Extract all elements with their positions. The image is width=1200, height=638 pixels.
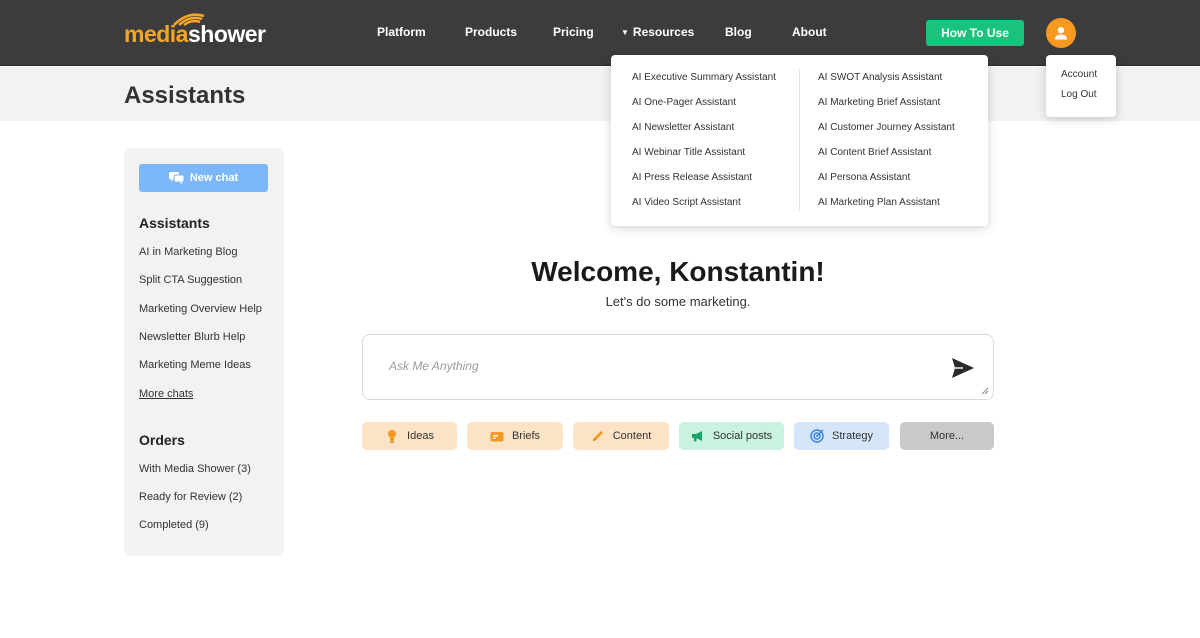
sidebar: New chat Assistants AI in Marketing Blog… <box>124 148 284 556</box>
avatar[interactable] <box>1046 18 1076 48</box>
chat-item[interactable]: Marketing Overview Help <box>139 303 262 315</box>
menu-item-one-pager-assistant[interactable]: AI One-Pager Assistant <box>632 97 736 108</box>
assistants-heading: Assistants <box>139 215 210 231</box>
chat-item[interactable]: Split CTA Suggestion <box>139 274 242 286</box>
chat-bubbles-icon <box>168 172 184 184</box>
how-to-use-button[interactable]: How To Use <box>926 20 1024 46</box>
paper-plane-icon[interactable] <box>951 357 975 379</box>
menu-item-marketing-brief-assistant[interactable]: AI Marketing Brief Assistant <box>818 97 940 108</box>
chat-item[interactable]: Newsletter Blurb Help <box>139 331 245 343</box>
ideas-chip[interactable]: Ideas <box>362 422 457 450</box>
new-chat-button[interactable]: New chat <box>139 164 268 192</box>
strategy-chip[interactable]: Strategy <box>794 422 889 450</box>
strategy-chip-label: Strategy <box>832 430 873 442</box>
social-posts-chip-label: Social posts <box>712 430 773 442</box>
order-item[interactable]: With Media Shower (3) <box>139 463 251 475</box>
menu-item-executive-summary-assistant[interactable]: AI Executive Summary Assistant <box>632 72 776 83</box>
lightbulb-icon <box>385 429 399 443</box>
menu-item-press-release-assistant[interactable]: AI Press Release Assistant <box>632 172 752 183</box>
nav-resources[interactable]: ▼ Resources <box>621 25 694 39</box>
chat-input-box <box>362 334 994 400</box>
briefs-chip[interactable]: Briefs <box>467 422 563 450</box>
menu-item-persona-assistant[interactable]: AI Persona Assistant <box>818 172 910 183</box>
content-chip-label: Content <box>612 430 652 442</box>
content-chip[interactable]: Content <box>573 422 669 450</box>
menu-item-content-brief-assistant[interactable]: AI Content Brief Assistant <box>818 147 931 158</box>
chat-input[interactable] <box>389 359 909 373</box>
resize-handle-icon[interactable] <box>981 387 989 395</box>
menu-item-swot-analysis-assistant[interactable]: AI SWOT Analysis Assistant <box>818 72 942 83</box>
pencil-icon <box>591 429 605 443</box>
page-title: Assistants <box>124 82 246 109</box>
ideas-chip-label: Ideas <box>407 430 434 442</box>
menu-item-video-script-assistant[interactable]: AI Video Script Assistant <box>632 197 741 208</box>
target-icon <box>810 429 824 443</box>
media-shower-logo[interactable]: media shower <box>124 13 266 48</box>
chat-item[interactable]: Marketing Meme Ideas <box>139 359 251 371</box>
nav-resources-label: Resources <box>632 25 695 39</box>
order-item[interactable]: Completed (9) <box>139 519 209 531</box>
caret-down-icon: ▼ <box>621 28 629 37</box>
welcome-heading: Welcome, Konstantin! <box>531 256 825 287</box>
new-chat-label: New chat <box>189 172 239 184</box>
user-icon <box>1055 27 1067 40</box>
menu-item-account[interactable]: Account <box>1061 69 1097 80</box>
menu-divider <box>799 69 800 211</box>
chat-item[interactable]: AI in Marketing Blog <box>139 246 237 258</box>
welcome-subtitle: Let's do some marketing. <box>605 294 751 309</box>
more-chip[interactable]: More... <box>900 422 994 450</box>
menu-item-newsletter-assistant[interactable]: AI Newsletter Assistant <box>632 122 734 133</box>
menu-item-log-out[interactable]: Log Out <box>1061 89 1097 100</box>
orders-heading: Orders <box>139 432 185 448</box>
nav-about[interactable]: About <box>792 25 827 39</box>
menu-item-customer-journey-assistant[interactable]: AI Customer Journey Assistant <box>818 122 955 133</box>
order-item[interactable]: Ready for Review (2) <box>139 491 242 503</box>
nav-products[interactable]: Products <box>465 25 517 39</box>
menu-item-webinar-title-assistant[interactable]: AI Webinar Title Assistant <box>632 147 745 158</box>
megaphone-icon <box>691 429 705 443</box>
nav-pricing[interactable]: Pricing <box>553 25 594 39</box>
nav-platform[interactable]: Platform <box>377 25 426 39</box>
briefcase-icon <box>490 429 504 443</box>
resources-dropdown-menu: AI Executive Summary Assistant AI One-Pa… <box>611 55 988 226</box>
nav-blog[interactable]: Blog <box>725 25 752 39</box>
logo-waves-icon <box>173 13 205 26</box>
more-chats-link[interactable]: More chats <box>139 388 193 400</box>
briefs-chip-label: Briefs <box>511 430 541 442</box>
menu-item-marketing-plan-assistant[interactable]: AI Marketing Plan Assistant <box>818 197 940 208</box>
account-dropdown-menu: Account Log Out <box>1046 55 1116 117</box>
top-nav-bar: media shower Platform Products Pricing ▼ R… <box>0 0 1200 66</box>
social-posts-chip[interactable]: Social posts <box>679 422 784 450</box>
